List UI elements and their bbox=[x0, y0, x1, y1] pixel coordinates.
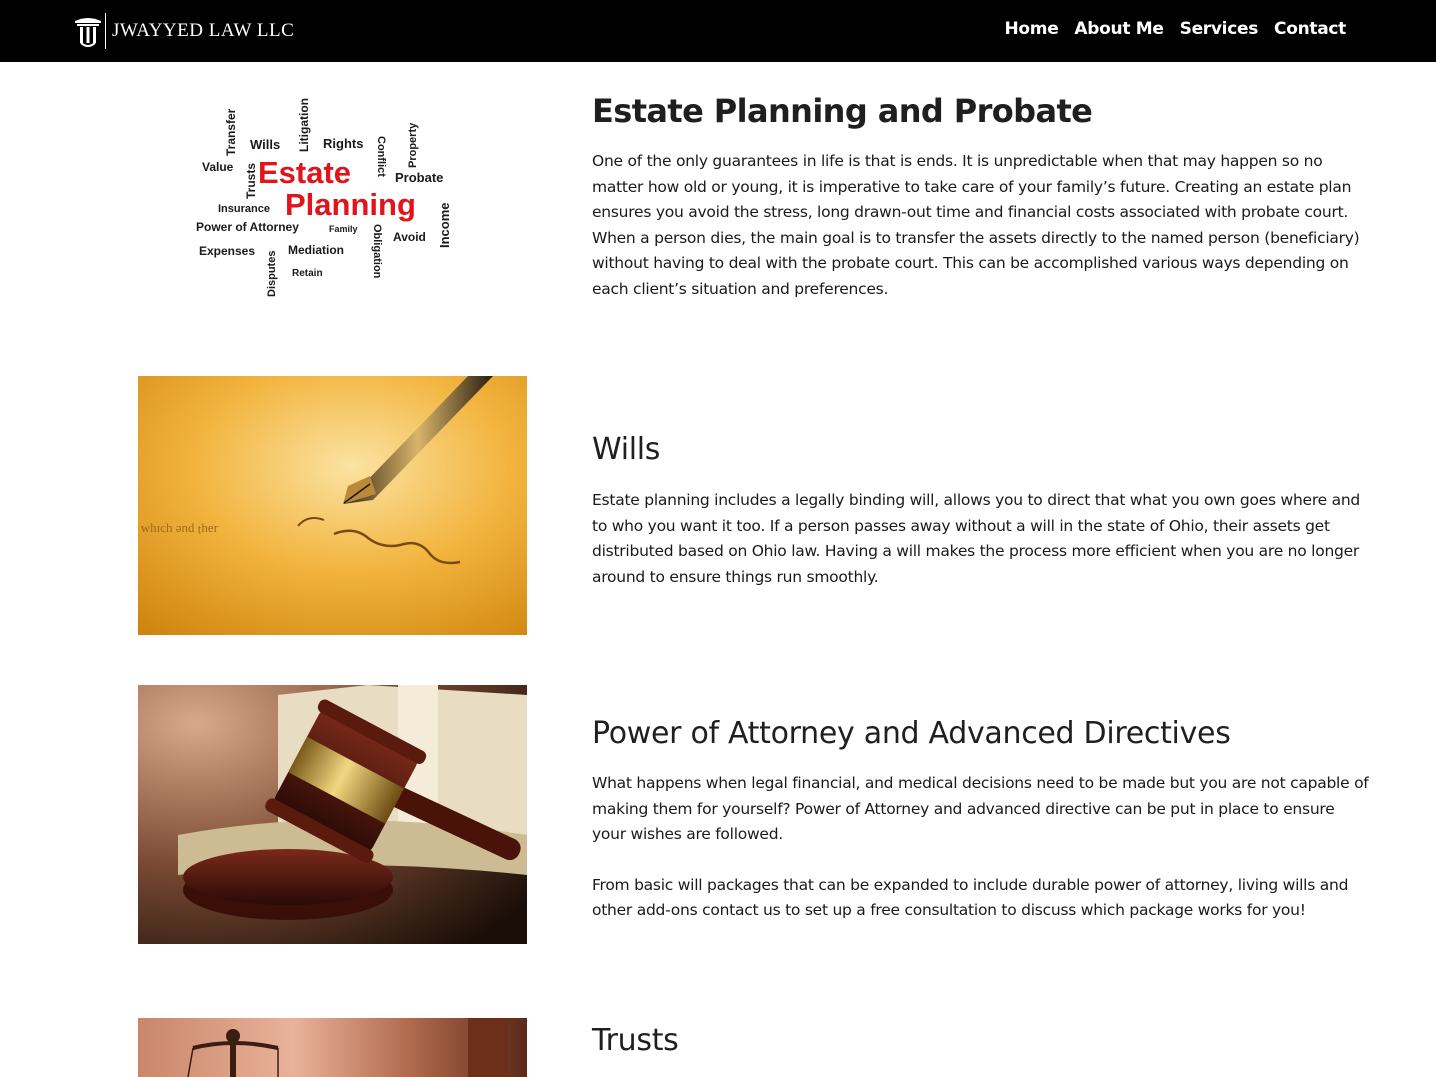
nav-contact[interactable]: Contact bbox=[1274, 19, 1346, 39]
gavel-book-image bbox=[138, 685, 527, 944]
section-wills: Wills Estate planning includes a legally… bbox=[592, 432, 1372, 590]
wc-obligation: Obligation bbox=[371, 224, 383, 279]
logo-divider bbox=[105, 13, 106, 49]
wc-insurance: Insurance bbox=[218, 203, 270, 215]
section-text-power-of-attorney-2: From basic will packages that can be exp… bbox=[592, 875, 1349, 920]
wc-retain: Retain bbox=[292, 268, 323, 279]
brand-name: JWAYYED LAW LLC bbox=[112, 20, 295, 41]
section-text-estate-planning: One of the only guarantees in life is th… bbox=[592, 152, 1360, 298]
wc-conflict: Conflict bbox=[375, 136, 387, 177]
wc-disputes: Disputes bbox=[266, 251, 278, 297]
nav-about-me[interactable]: About Me bbox=[1074, 19, 1164, 39]
wc-property: Property bbox=[407, 122, 419, 168]
wc-power-of-attorney: Power of Attorney bbox=[196, 220, 299, 234]
scales-of-justice-image bbox=[138, 1018, 527, 1077]
section-text-wills: Estate planning includes a legally bindi… bbox=[592, 491, 1360, 586]
section-power-of-attorney: Power of Attorney and Advanced Directive… bbox=[592, 716, 1372, 924]
wc-planning: Planning bbox=[285, 187, 416, 222]
nav-services[interactable]: Services bbox=[1180, 19, 1259, 39]
wc-income: Income bbox=[437, 202, 452, 248]
nav-home[interactable]: Home bbox=[1004, 19, 1058, 39]
wc-expenses: Expenses bbox=[199, 244, 255, 258]
wc-probate: Probate bbox=[395, 170, 443, 185]
wc-value: Value bbox=[202, 160, 234, 174]
wc-litigation: Litigation bbox=[297, 98, 311, 152]
wills-pen-image: ɹǝɥʇ pue ɥɔıɥʍ bbox=[138, 376, 527, 635]
wc-rights: Rights bbox=[323, 136, 363, 151]
section-text-power-of-attorney-1: What happens when legal financial, and m… bbox=[592, 774, 1369, 844]
fountain-pen-illustration: ɹǝɥʇ pue ɥɔıɥʍ bbox=[138, 376, 527, 635]
wc-avoid: Avoid bbox=[393, 230, 426, 244]
section-trusts: Trusts bbox=[592, 1023, 1372, 1058]
section-estate-planning: Estate Planning and Probate One of the o… bbox=[592, 92, 1372, 303]
gavel-illustration bbox=[138, 685, 527, 944]
wc-family: Family bbox=[329, 224, 358, 234]
scales-illustration bbox=[138, 1018, 527, 1077]
site-header: JWAYYED LAW LLC Home About Me Services C… bbox=[0, 0, 1436, 62]
section-title-wills: Wills bbox=[592, 432, 661, 467]
pillar-logo-icon bbox=[75, 18, 101, 47]
wc-estate: Estate bbox=[258, 155, 351, 190]
svg-text:ɹǝɥʇ pue ɥɔıɥʍ: ɹǝɥʇ pue ɥɔıɥʍ bbox=[140, 523, 218, 538]
section-title-estate-planning: Estate Planning and Probate bbox=[592, 92, 1093, 130]
estate-planning-wordcloud-image: Transfer Wills Litigation Rights Propert… bbox=[196, 98, 452, 297]
wc-mediation: Mediation bbox=[288, 243, 344, 257]
wc-trusts: Trusts bbox=[244, 163, 258, 199]
site-logo[interactable]: JWAYYED LAW LLC bbox=[73, 12, 294, 50]
section-title-trusts: Trusts bbox=[592, 1023, 679, 1058]
section-title-power-of-attorney: Power of Attorney and Advanced Directive… bbox=[592, 716, 1231, 751]
main-nav: Home About Me Services Contact bbox=[1004, 19, 1346, 39]
wc-wills: Wills bbox=[250, 137, 280, 152]
wc-transfer: Transfer bbox=[224, 108, 238, 156]
